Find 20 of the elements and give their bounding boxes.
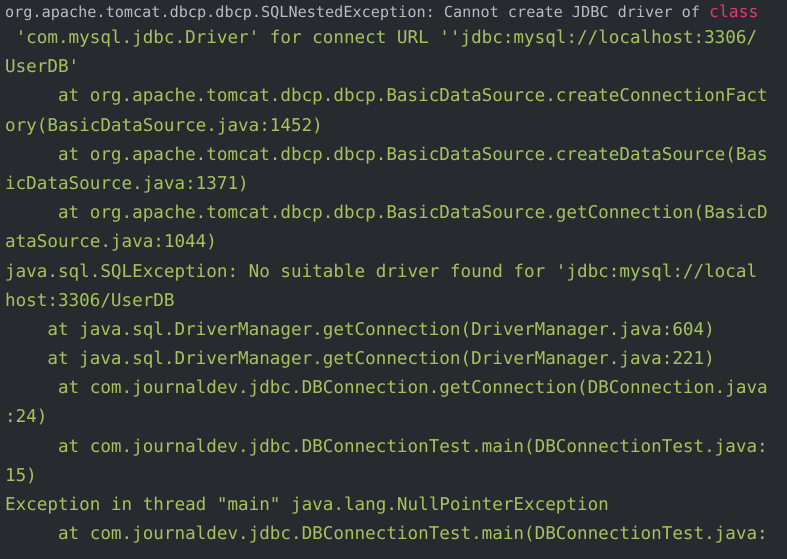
log-line: at org.apache.tomcat.dbcp.dbcp.BasicDataSource.createConnectionFact [56,86,768,106]
log-line: Exception in thread "main" java.lang.NullPointerException [5,495,609,515]
log-line: at java.sql.DriverManager.getConnection(DriverManager.java:221) [46,349,715,370]
keyword-text: class [709,2,758,21]
log-line: at com.journaldev.jdbc.DBConnectionTest.main(DBConnectionTest.java: [56,524,768,544]
log-line: 'com.mysql.jdbc.Driver' for connect URL ''jdbc:mysql://localhost:3306/ [14,28,758,48]
log-line: at java.sql.DriverManager.getConnection(DriverManager.java:604) [46,320,715,340]
log-line: :24) [5,407,48,428]
log-line: host:3306/UserDB [5,290,174,311]
log-line: 15) [5,466,37,486]
log-line: UserDB' [5,57,80,78]
log-line: java.sql.SQLException: No suitable driver found for 'jdbc:mysql://local [5,262,758,282]
log-line: icDataSource.java:1371) [5,174,249,194]
log-line: ataSource.java:1044) [5,232,217,252]
log-line: ory(BasicDataSource.java:1452) [5,116,323,136]
log-line: at com.journaldev.jdbc.DBConnectionTest.main(DBConnectionTest.java: [56,436,768,457]
log-text: org.apache.tomcat.dbcp.dbcp.SQLNestedException: Cannot create JDBC driver of [5,3,701,21]
log-line: at org.apache.tomcat.dbcp.dbcp.BasicDataSource.getConnection(BasicD [56,203,768,224]
log-line: at org.apache.tomcat.dbcp.dbcp.BasicDataSource.createDataSource(Bas [56,144,768,165]
log-line: at com.journaldev.jdbc.DBConnection.getConnection(DBConnection.java [56,378,768,398]
